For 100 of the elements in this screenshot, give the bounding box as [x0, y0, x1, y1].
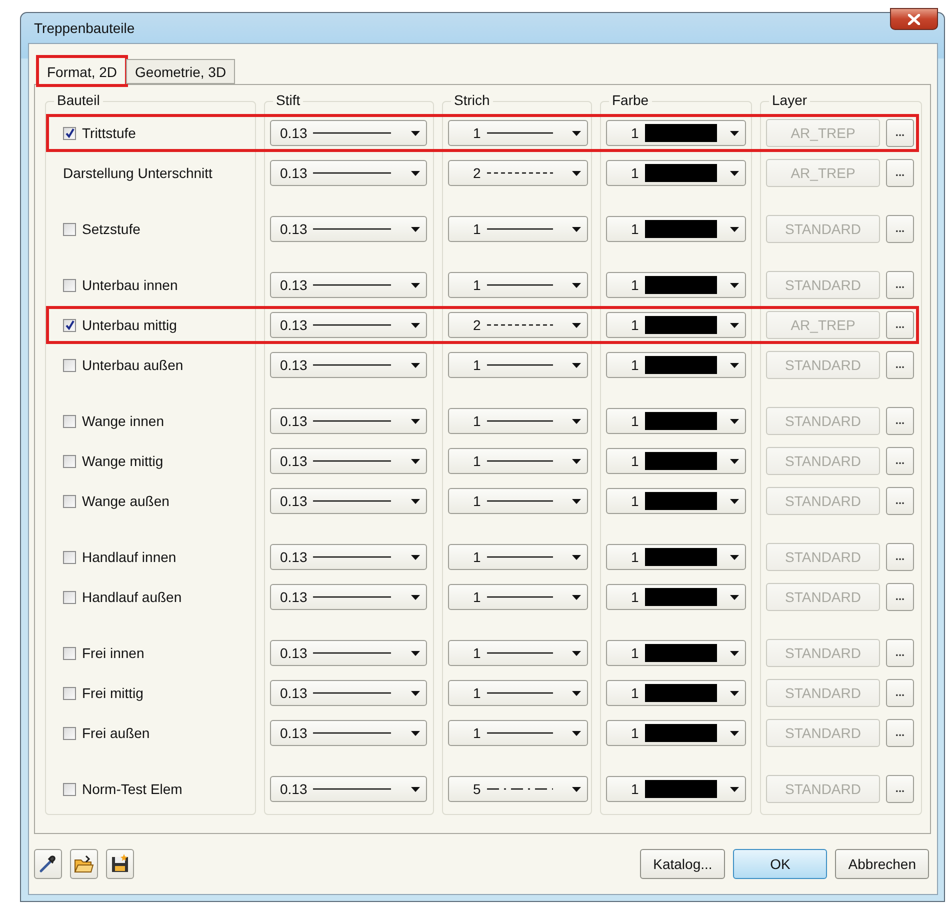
checkbox[interactable] — [63, 494, 76, 508]
pen-dropdown[interactable]: 0.13 — [270, 120, 427, 146]
checkbox[interactable] — [63, 646, 76, 660]
line-style-icon — [313, 363, 392, 367]
browse-button[interactable]: ... — [886, 351, 914, 379]
color-dropdown[interactable]: 1 — [606, 488, 746, 514]
color-dropdown[interactable]: 1 — [606, 312, 746, 338]
line-type-dropdown[interactable]: 1 — [448, 216, 588, 242]
caret-icon — [411, 690, 420, 696]
browse-button[interactable]: ... — [886, 311, 914, 339]
pen-dropdown[interactable]: 0.13 — [270, 408, 427, 434]
color-dropdown[interactable]: 1 — [606, 776, 746, 802]
browse-button[interactable]: ... — [886, 487, 914, 515]
color-dropdown[interactable]: 1 — [606, 160, 746, 186]
browse-button[interactable]: ... — [886, 447, 914, 475]
dialog-button[interactable]: Katalog... — [640, 849, 726, 879]
checkbox-label: Handlauf außen — [82, 589, 182, 605]
color-dropdown[interactable]: 1 — [606, 352, 746, 378]
color-dropdown[interactable]: 1 — [606, 584, 746, 610]
close-button[interactable] — [890, 8, 938, 30]
pen-dropdown[interactable]: 0.13 — [270, 544, 427, 570]
open-button[interactable] — [70, 849, 98, 879]
line-type-dropdown[interactable]: 2 — [448, 312, 588, 338]
caret-icon — [572, 554, 581, 560]
checkbox[interactable] — [63, 726, 76, 740]
pen-dropdown[interactable]: 0.13 — [270, 160, 427, 186]
line-type-dropdown[interactable]: 1 — [448, 584, 588, 610]
pen-dropdown[interactable]: 0.13 — [270, 640, 427, 666]
color-dropdown[interactable]: 1 — [606, 448, 746, 474]
pen-dropdown[interactable]: 0.13 — [270, 776, 427, 802]
line-style-icon — [486, 131, 553, 135]
color-dropdown[interactable]: 1 — [606, 272, 746, 298]
dialog-button[interactable]: Abbrechen — [835, 849, 929, 879]
checkbox[interactable] — [63, 454, 76, 468]
line-type-dropdown[interactable]: 1 — [448, 720, 588, 746]
checkbox-label: Norm-Test Elem — [82, 781, 182, 797]
pen-dropdown[interactable]: 0.13 — [270, 584, 427, 610]
line-type-dropdown[interactable]: 1 — [448, 488, 588, 514]
line-type-dropdown[interactable]: 1 — [448, 448, 588, 474]
caret-icon — [730, 458, 739, 464]
caret-icon — [411, 554, 420, 560]
checkbox[interactable] — [63, 550, 76, 564]
color-dropdown[interactable]: 1 — [606, 544, 746, 570]
browse-button[interactable]: ... — [886, 271, 914, 299]
color-dropdown[interactable]: 1 — [606, 720, 746, 746]
line-style-icon — [313, 323, 392, 327]
tab[interactable]: Geometrie, 3D — [126, 59, 236, 84]
caret-icon — [730, 650, 739, 656]
eyedropper-button[interactable] — [34, 849, 62, 879]
browse-button[interactable]: ... — [886, 119, 914, 147]
line-type-dropdown[interactable]: 1 — [448, 120, 588, 146]
browse-button[interactable]: ... — [886, 775, 914, 803]
browse-button[interactable]: ... — [886, 159, 914, 187]
checkbox[interactable] — [63, 222, 76, 236]
tab[interactable]: Format, 2D — [38, 57, 126, 85]
color-dropdown[interactable]: 1 — [606, 120, 746, 146]
line-type-dropdown[interactable]: 1 — [448, 680, 588, 706]
line-type-dropdown[interactable]: 1 — [448, 352, 588, 378]
checkbox[interactable] — [63, 414, 76, 428]
line-type-dropdown[interactable]: 1 — [448, 272, 588, 298]
pen-dropdown[interactable]: 0.13 — [270, 312, 427, 338]
browse-button[interactable]: ... — [886, 679, 914, 707]
caret-icon — [572, 498, 581, 504]
browse-button[interactable]: ... — [886, 583, 914, 611]
line-type-dropdown[interactable]: 2 — [448, 160, 588, 186]
line-style-icon — [313, 731, 392, 735]
line-type-dropdown[interactable]: 5 — [448, 776, 588, 802]
checkbox[interactable] — [63, 278, 76, 292]
browse-button[interactable]: ... — [886, 719, 914, 747]
color-dropdown[interactable]: 1 — [606, 680, 746, 706]
checkbox[interactable] — [63, 318, 76, 332]
pen-dropdown[interactable]: 0.13 — [270, 488, 427, 514]
checkbox[interactable] — [63, 126, 76, 140]
dialog-button[interactable]: OK — [733, 849, 828, 879]
line-type-dropdown[interactable]: 1 — [448, 408, 588, 434]
browse-button[interactable]: ... — [886, 215, 914, 243]
pen-dropdown[interactable]: 0.13 — [270, 272, 427, 298]
checkbox[interactable] — [63, 782, 76, 796]
pen-dropdown[interactable]: 0.13 — [270, 720, 427, 746]
color-dropdown[interactable]: 1 — [606, 216, 746, 242]
browse-button[interactable]: ... — [886, 639, 914, 667]
caret-icon — [411, 458, 420, 464]
pen-dropdown[interactable]: 0.13 — [270, 680, 427, 706]
pen-dropdown[interactable]: 0.13 — [270, 352, 427, 378]
browse-button[interactable]: ... — [886, 543, 914, 571]
checkbox-label: Setzstufe — [82, 221, 140, 237]
checkbox[interactable] — [63, 358, 76, 372]
browse-button[interactable]: ... — [886, 407, 914, 435]
color-dropdown[interactable]: 1 — [606, 408, 746, 434]
caret-icon — [572, 650, 581, 656]
pen-dropdown[interactable]: 0.13 — [270, 448, 427, 474]
checkbox[interactable] — [63, 590, 76, 604]
checkbox[interactable] — [63, 686, 76, 700]
caret-icon — [411, 418, 420, 424]
save-button[interactable] — [106, 849, 134, 879]
line-type-dropdown[interactable]: 1 — [448, 640, 588, 666]
line-style-icon — [313, 651, 392, 655]
line-type-dropdown[interactable]: 1 — [448, 544, 588, 570]
color-dropdown[interactable]: 1 — [606, 640, 746, 666]
pen-dropdown[interactable]: 0.13 — [270, 216, 427, 242]
